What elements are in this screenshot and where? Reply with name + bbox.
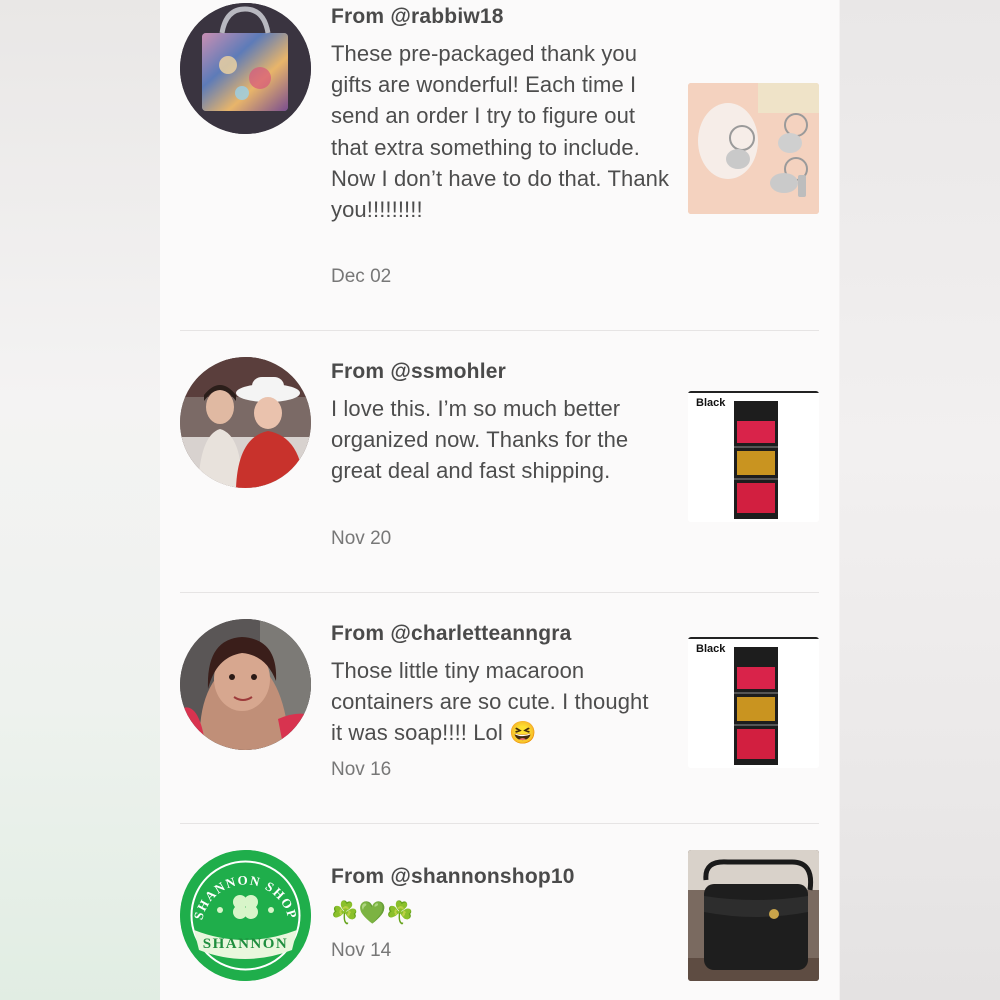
thumb-label: Black (696, 397, 726, 409)
review-author[interactable]: From @charletteanngra (331, 622, 572, 646)
keychains-photo-icon[interactable] (688, 83, 819, 214)
review-date: Nov 16 (331, 759, 392, 780)
review-date: Dec 02 (331, 266, 392, 287)
background-right (840, 0, 1000, 1000)
reviews-panel[interactable]: From @rabbiw18 These pre-packaged thank … (160, 0, 839, 1000)
review-item: From @rabbiw18 These pre-packaged thank … (160, 0, 839, 330)
background-left (0, 0, 160, 1000)
black-crossbody-bag-photo-icon[interactable] (688, 850, 819, 981)
review-author[interactable]: From @rabbiw18 (331, 5, 504, 29)
review-item: From @charletteanngra Those little tiny … (160, 593, 839, 823)
woman-selfie-avatar-icon[interactable] (180, 619, 311, 750)
review-author[interactable]: From @ssmohler (331, 360, 506, 384)
review-message: ☘️💚☘️ (331, 900, 414, 925)
review-date: Nov 14 (331, 940, 392, 961)
purse-organizer-photo-icon[interactable]: Black (688, 637, 819, 768)
review-item: SHANNON SHOP SHANNON From @shannonshop10… (160, 824, 839, 1000)
two-women-avatar-icon[interactable] (180, 357, 311, 488)
review-author[interactable]: From @shannonshop10 (331, 865, 575, 889)
review-message: I love this. I’m so much better organize… (331, 396, 629, 484)
review-message: Those little tiny macaroon containers ar… (331, 658, 649, 746)
review-item: From @ssmohler I love this. I’m so much … (160, 331, 839, 592)
review-date: Nov 20 (331, 528, 392, 549)
thumb-label: Black (696, 643, 726, 655)
purse-organizer-photo-icon[interactable]: Black (688, 391, 819, 522)
tote-bag-avatar-icon[interactable] (180, 3, 311, 134)
logo-banner-text: SHANNON (203, 936, 289, 952)
shannon-shop-logo-icon[interactable]: SHANNON SHOP SHANNON (180, 850, 311, 981)
review-message: These pre-packaged thank you gifts are w… (331, 41, 670, 223)
